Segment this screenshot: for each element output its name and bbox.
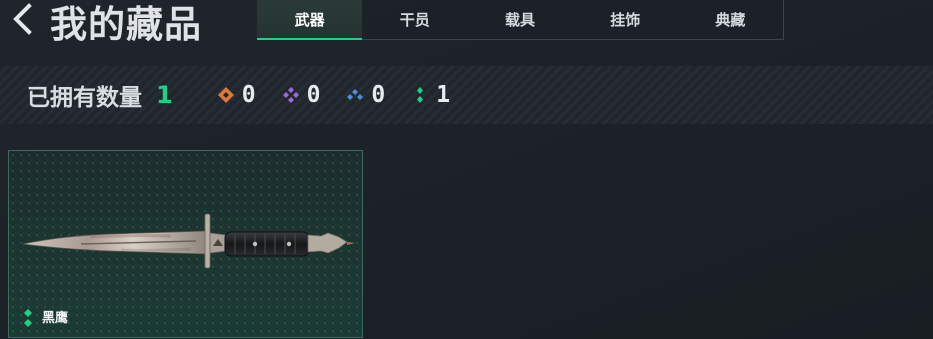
owned-count-total: 1 (156, 81, 173, 109)
blue-diamond-cluster-icon (347, 89, 364, 100)
chevron-left-icon (13, 3, 32, 35)
owned-stats-bar: 已拥有数量 1 0 0 0 1 (0, 66, 933, 124)
item-name: 黑鹰 (42, 311, 69, 326)
collection-item-card[interactable]: 黑鹰 (8, 150, 363, 338)
rarity-stat-blue: 0 (346, 82, 385, 108)
owned-count-label: 已拥有数量 (27, 85, 142, 111)
tab-collection[interactable]: 典藏 (678, 0, 783, 39)
rarity-count-purple: 0 (306, 82, 321, 108)
category-tabs: 武器 干员 载具 挂饰 典藏 (257, 0, 784, 40)
tab-weapons[interactable]: 武器 (257, 0, 363, 40)
knife-icon (22, 213, 355, 269)
green-diamond-pair-icon (417, 87, 424, 103)
page-title: 我的藏品 (50, 3, 202, 46)
tab-vehicles[interactable]: 载具 (467, 0, 572, 39)
orange-diamond-icon (217, 87, 234, 103)
rarity-stat-green: 1 (411, 82, 450, 108)
green-diamond-pair-icon (24, 309, 32, 327)
rarity-counts: 0 0 0 1 (217, 82, 450, 108)
back-button[interactable] (8, 2, 38, 36)
purple-diamond-cluster-icon (282, 87, 299, 103)
rarity-stat-orange: 0 (217, 82, 256, 108)
rarity-stat-purple: 0 (282, 82, 321, 108)
rarity-count-orange: 0 (241, 82, 256, 108)
rarity-count-green: 1 (436, 82, 451, 108)
rarity-count-blue: 0 (371, 82, 386, 108)
tab-operators[interactable]: 干员 (362, 0, 467, 39)
tab-charms[interactable]: 挂饰 (573, 0, 678, 39)
